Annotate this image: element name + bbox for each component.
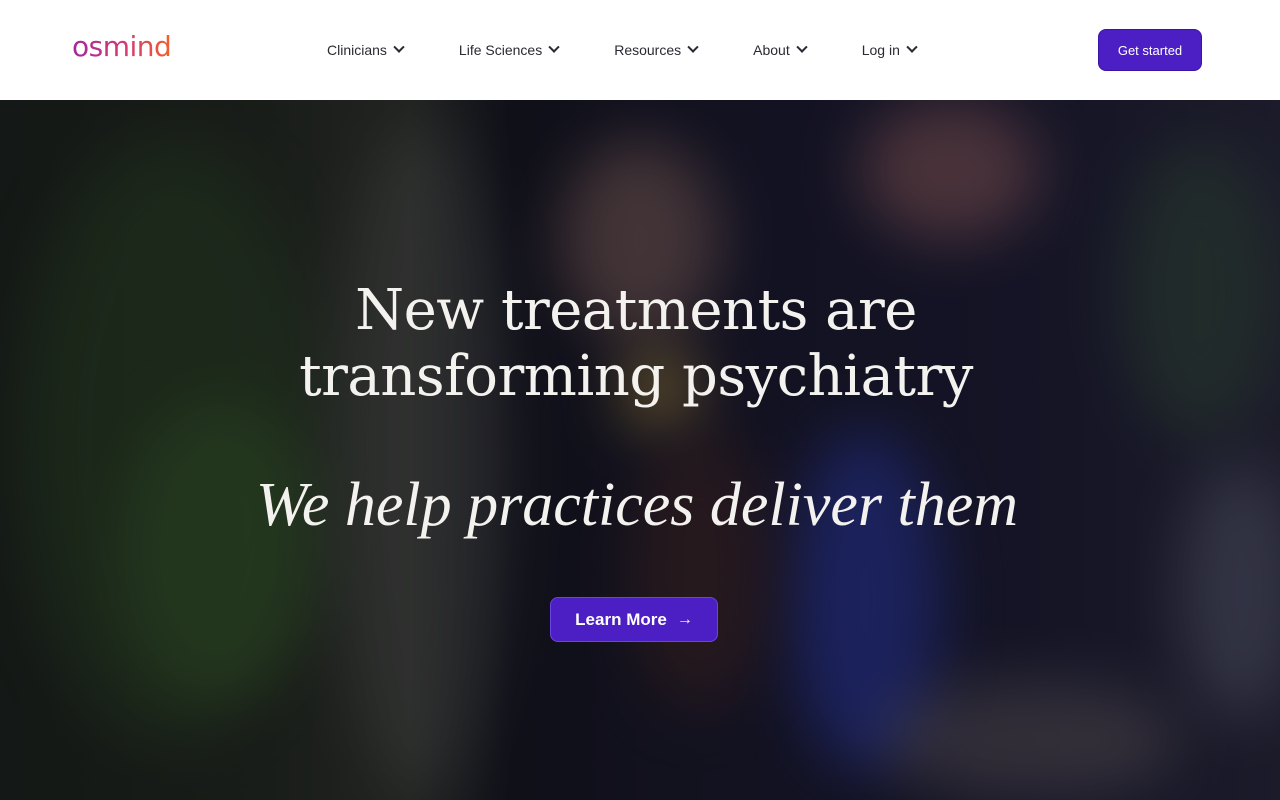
- nav-item-resources[interactable]: Resources: [614, 41, 699, 58]
- hero-title: New treatments are transforming psychiat…: [0, 278, 1272, 410]
- nav-item-label: Log in: [861, 42, 900, 58]
- chevron-down-icon: [687, 41, 699, 53]
- hero-subtitle: We help practices deliver them: [255, 471, 1019, 539]
- nav-item-about[interactable]: About: [753, 41, 808, 58]
- get-started-button[interactable]: Get started: [1098, 29, 1202, 71]
- nav-item-label: Life Sciences: [458, 42, 543, 58]
- chevron-down-icon: [796, 41, 808, 53]
- nav-item-label: Clinicians: [327, 42, 387, 58]
- nav-item-label: Resources: [614, 42, 682, 58]
- chevron-down-icon: [548, 41, 560, 53]
- learn-more-button[interactable]: Learn More →: [550, 597, 718, 642]
- hero-title-line: transforming psychiatry: [299, 344, 973, 409]
- site-header: osmind Clinicians Life Sciences Resource…: [0, 0, 1280, 100]
- nav-item-life-sciences[interactable]: Life Sciences: [458, 41, 560, 58]
- main-nav: Clinicians Life Sciences Resources About…: [327, 0, 918, 100]
- learn-more-label: Learn More: [575, 609, 667, 629]
- chevron-down-icon: [906, 41, 918, 53]
- chevron-down-icon: [393, 41, 405, 53]
- nav-item-log-in[interactable]: Log in: [861, 41, 918, 58]
- osmind-logo[interactable]: osmind: [72, 30, 172, 63]
- hero-overlay: [0, 100, 1280, 800]
- nav-item-label: About: [753, 42, 790, 58]
- hero-section: New treatments are transforming psychiat…: [0, 100, 1280, 800]
- nav-item-clinicians[interactable]: Clinicians: [327, 41, 405, 58]
- arrow-right-icon: →: [676, 610, 693, 628]
- hero-title-line: New treatments are: [355, 278, 917, 343]
